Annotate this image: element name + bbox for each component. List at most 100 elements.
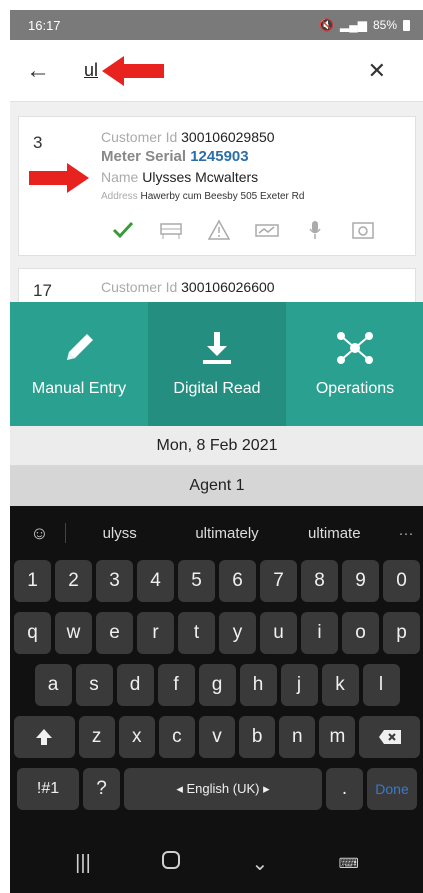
manual-entry-button[interactable]: Manual Entry <box>10 302 148 426</box>
key[interactable]: f <box>157 664 195 706</box>
more-icon[interactable]: ··· <box>388 525 423 542</box>
pencil-icon <box>67 334 93 360</box>
key[interactable]: y <box>219 612 256 654</box>
key[interactable]: t <box>178 612 215 654</box>
backspace-icon <box>378 730 401 744</box>
key[interactable]: n <box>279 716 316 758</box>
key[interactable]: r <box>137 612 174 654</box>
customer-address: Hawerby cum Beesby 505 Exeter Rd <box>140 191 305 202</box>
clear-icon[interactable]: ✕ <box>368 58 386 84</box>
suggestion[interactable]: ulyss <box>66 525 173 542</box>
key[interactable]: w <box>55 612 92 654</box>
key[interactable]: m <box>319 716 356 758</box>
keyboard: ☺ ulyss ultimately ultimate ··· 1 2 3 4 … <box>10 506 423 893</box>
suggestion[interactable]: ultimately <box>173 525 280 542</box>
key-row-numbers: 1 2 3 4 5 6 7 8 9 0 <box>10 560 423 602</box>
key[interactable]: v <box>198 716 236 758</box>
key[interactable]: 7 <box>260 560 297 602</box>
key[interactable]: d <box>116 664 154 706</box>
network-icon <box>337 332 373 364</box>
key[interactable]: 8 <box>301 560 338 602</box>
key[interactable]: 9 <box>342 560 379 602</box>
keyboard-icon[interactable]: ⌨ <box>339 855 359 872</box>
shift-icon <box>36 729 53 745</box>
search-bar: ← ul ✕ <box>10 40 423 102</box>
question-key[interactable]: ? <box>83 768 120 810</box>
warning-icon[interactable] <box>207 219 231 241</box>
key[interactable]: o <box>342 612 379 654</box>
key[interactable]: g <box>198 664 236 706</box>
emoji-icon[interactable]: ☺ <box>14 523 66 543</box>
result-index: 3 <box>33 133 43 152</box>
key[interactable]: 5 <box>178 560 215 602</box>
back-chevron-icon[interactable]: ⌄ <box>251 851 268 876</box>
meter-icon[interactable] <box>159 219 183 241</box>
customer-id: 300106029850 <box>181 129 275 145</box>
key[interactable]: p <box>383 612 420 654</box>
backspace-key[interactable] <box>359 716 420 758</box>
status-bar: 16:17 🔇 ▂▄▆ 85% <box>10 10 423 40</box>
check-icon[interactable] <box>111 219 135 241</box>
key-row-1: q w e r t y u i o p <box>10 612 423 654</box>
key[interactable]: 4 <box>137 560 174 602</box>
key[interactable]: e <box>96 612 133 654</box>
key[interactable]: i <box>301 612 338 654</box>
customer-name: Ulysses Mcwalters <box>142 169 259 185</box>
done-key[interactable]: Done <box>367 768 417 810</box>
key-row-4: !#1 ? ◂ English (UK) ▸ . Done <box>10 768 423 810</box>
download-icon <box>203 332 231 364</box>
list-item[interactable]: 3 Customer Id 300106029850 Meter Serial … <box>18 116 416 256</box>
signal-icon: ▂▄▆ <box>340 18 367 32</box>
period-key[interactable]: . <box>326 768 363 810</box>
red-annotation-arrow <box>29 163 89 193</box>
signature-icon[interactable] <box>255 219 279 241</box>
key[interactable]: l <box>362 664 400 706</box>
key[interactable]: u <box>260 612 297 654</box>
key-row-3: z x c v b n m <box>10 716 423 758</box>
key[interactable]: b <box>239 716 276 758</box>
key[interactable]: q <box>14 612 51 654</box>
operations-button[interactable]: Operations <box>286 302 423 426</box>
key-row-2: a s d f g h j k l <box>10 664 423 706</box>
result-index: 17 <box>33 281 52 300</box>
microphone-icon[interactable] <box>303 219 327 241</box>
shift-key[interactable] <box>14 716 75 758</box>
status-time: 16:17 <box>28 17 61 33</box>
key[interactable]: z <box>78 716 115 758</box>
customer-id: 300106026600 <box>181 279 275 295</box>
key[interactable]: h <box>239 664 277 706</box>
red-annotation-arrow <box>102 56 164 86</box>
key[interactable]: j <box>280 664 318 706</box>
key[interactable]: 6 <box>219 560 256 602</box>
key[interactable]: c <box>158 716 195 758</box>
recents-icon[interactable]: ||| <box>75 852 91 875</box>
results-list: 3 Customer Id 300106029850 Meter Serial … <box>10 102 423 312</box>
key[interactable]: 3 <box>96 560 133 602</box>
phone-screen: 16:17 🔇 ▂▄▆ 85% ← ul ✕ 3 Customer Id 300… <box>10 10 423 893</box>
key[interactable]: k <box>321 664 359 706</box>
card-actions <box>111 219 403 241</box>
date-bar: Mon, 8 Feb 2021 <box>10 426 423 466</box>
symbols-key[interactable]: !#1 <box>17 768 79 810</box>
bottom-navigation: Manual Entry Digital Read Operations <box>10 302 423 426</box>
meter-serial: 1245903 <box>190 148 249 165</box>
agent-bar: Agent 1 <box>10 466 423 506</box>
mute-icon: 🔇 <box>319 18 334 32</box>
back-arrow-icon[interactable]: ← <box>26 57 66 85</box>
battery-icon <box>403 19 410 31</box>
space-key[interactable]: ◂ English (UK) ▸ <box>124 768 322 810</box>
search-input[interactable]: ul <box>84 60 98 81</box>
digital-read-button[interactable]: Digital Read <box>148 302 286 426</box>
key[interactable]: 0 <box>383 560 420 602</box>
key[interactable]: x <box>118 716 155 758</box>
camera-icon[interactable] <box>351 219 375 241</box>
suggestion[interactable]: ultimate <box>281 525 388 542</box>
system-navigation: ||| ⌄ ⌨ <box>10 833 423 893</box>
key[interactable]: s <box>75 664 113 706</box>
suggestion-bar: ☺ ulyss ultimately ultimate ··· <box>10 506 423 560</box>
key[interactable]: 2 <box>55 560 92 602</box>
key[interactable]: a <box>34 664 72 706</box>
home-icon[interactable] <box>161 850 181 876</box>
battery-percent: 85% <box>372 18 397 32</box>
key[interactable]: 1 <box>14 560 51 602</box>
